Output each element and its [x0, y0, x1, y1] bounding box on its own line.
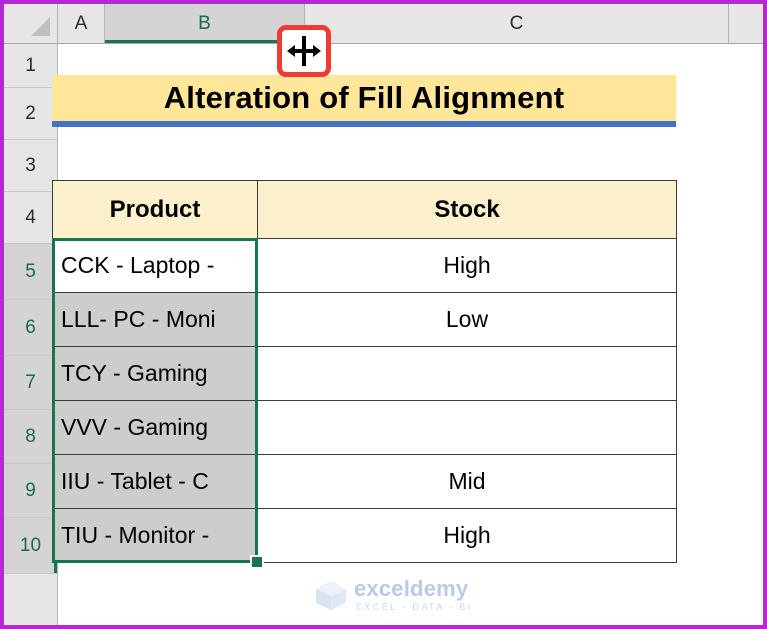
row-header-label: 5: [25, 260, 36, 282]
cell-stock[interactable]: Low: [257, 292, 677, 347]
table-body: CCK - Laptop - High LLL- PC - Moni Low TCY -…: [52, 238, 677, 563]
row-header-label: 7: [25, 371, 36, 393]
row-header-label: 2: [25, 102, 36, 124]
column-header-c[interactable]: C: [305, 4, 729, 43]
row-header-2[interactable]: 2: [4, 88, 57, 140]
row-header-label: 4: [25, 206, 36, 228]
cell-product[interactable]: IIU - Tablet - C: [52, 454, 258, 509]
row-header-strip: 1 2 3 4 5 6 7 8 9 10: [4, 44, 58, 625]
table-header-row: Product Stock: [52, 180, 677, 239]
table-row: IIU - Tablet - C Mid: [52, 454, 677, 509]
cell-stock[interactable]: High: [257, 238, 677, 293]
column-resize-cursor-icon: [287, 36, 321, 66]
row-header-10[interactable]: 10: [4, 518, 57, 574]
cell-product[interactable]: VVV - Gaming: [52, 400, 258, 455]
column-header-b[interactable]: B: [105, 4, 305, 43]
row-header-label: 3: [25, 154, 36, 176]
cell-product[interactable]: TCY - Gaming: [52, 346, 258, 401]
table-row: TIU - Monitor - High: [52, 508, 677, 563]
data-table: Product Stock CCK - Laptop - High LLL- PC …: [52, 180, 677, 563]
row-header-9[interactable]: 9: [4, 464, 57, 518]
row-header-label: 8: [25, 425, 36, 447]
column-header-a[interactable]: A: [58, 4, 105, 43]
row-header-5[interactable]: 5: [4, 244, 57, 300]
row-header-3[interactable]: 3: [4, 140, 57, 192]
column-header-c-label: C: [509, 12, 524, 34]
cell-stock[interactable]: [257, 346, 677, 401]
row-header-8[interactable]: 8: [4, 410, 57, 464]
fill-handle[interactable]: [250, 555, 264, 569]
column-header-product[interactable]: Product: [52, 180, 258, 239]
cell-product[interactable]: CCK - Laptop -: [52, 238, 258, 293]
cell-stock[interactable]: [257, 400, 677, 455]
row-header-4[interactable]: 4: [4, 192, 57, 244]
row-header-label: 10: [19, 534, 42, 556]
row-header-7[interactable]: 7: [4, 356, 57, 410]
column-header-stock[interactable]: Stock: [257, 180, 677, 239]
row-header-label: 9: [25, 479, 36, 501]
row-header-label: 1: [25, 54, 36, 76]
table-row: CCK - Laptop - High: [52, 238, 677, 293]
spreadsheet-screenshot: A B C 1 2 3 4 5 6 7 8 9 10 Alteration of Fill Ali…: [0, 0, 767, 629]
row-header-label: 6: [25, 316, 36, 338]
cell-stock[interactable]: High: [257, 508, 677, 563]
row-header-6[interactable]: 6: [4, 300, 57, 356]
table-row: LLL- PC - Moni Low: [52, 292, 677, 347]
cell-product[interactable]: LLL- PC - Moni: [52, 292, 258, 347]
column-header-a-label: A: [74, 12, 88, 34]
column-header-partial[interactable]: [729, 4, 762, 43]
table-row: TCY - Gaming: [52, 346, 677, 401]
title-banner: Alteration of Fill Alignment: [52, 75, 676, 127]
column-header-strip: A B C: [4, 4, 763, 44]
cell-stock[interactable]: Mid: [257, 454, 677, 509]
select-all-corner[interactable]: [4, 4, 58, 43]
cell-product[interactable]: TIU - Monitor -: [52, 508, 258, 563]
select-all-triangle-icon: [31, 17, 50, 36]
column-header-b-label: B: [198, 12, 211, 34]
row-header-1[interactable]: 1: [4, 44, 57, 88]
column-resize-cursor-highlight: [277, 25, 331, 77]
table-row: VVV - Gaming: [52, 400, 677, 455]
page-title: Alteration of Fill Alignment: [163, 80, 565, 115]
